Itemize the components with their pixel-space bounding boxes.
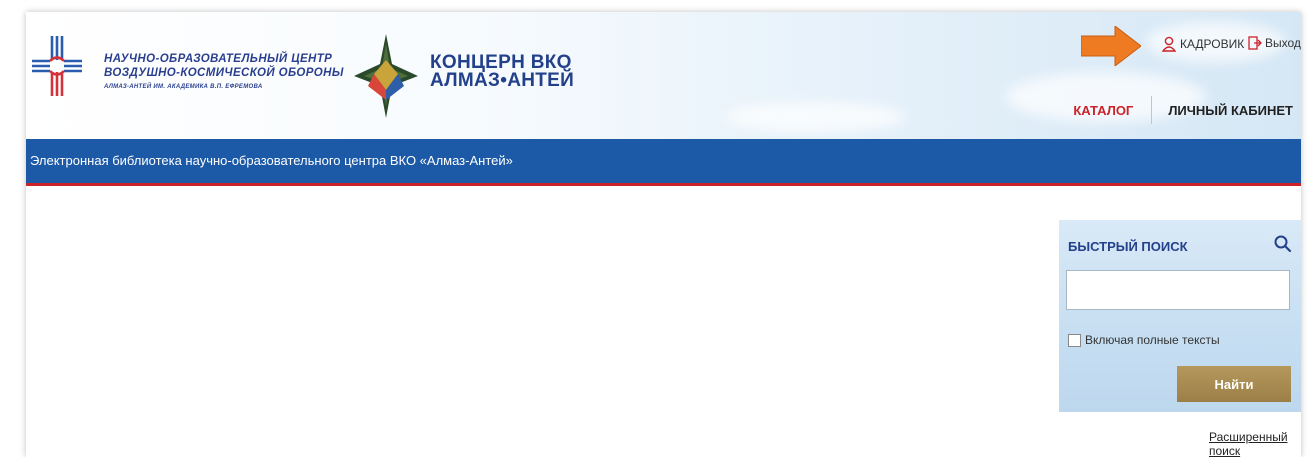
quick-search-label: БЫСТРЫЙ ПОИСК — [1068, 239, 1188, 254]
search-input[interactable] — [1066, 270, 1290, 310]
nav-divider — [1151, 96, 1153, 124]
org-name-line: ВОЗДУШНО-КОСМИЧЕСКОЙ ОБОРОНЫ — [104, 67, 344, 79]
user-link[interactable]: КАДРОВИК — [1162, 36, 1244, 52]
nav-personal-cabinet[interactable]: ЛИЧНЫЙ КАБИНЕТ — [1168, 103, 1293, 118]
user-name-label: КАДРОВИК — [1180, 37, 1245, 51]
main-nav: КАТАЛОГ ЛИЧНЫЙ КАБИНЕТ — [1073, 96, 1293, 124]
nok-org-name: НАУЧНО-ОБРАЗОВАТЕЛЬНЫЙ ЦЕНТР ВОЗДУШНО-КО… — [104, 52, 344, 94]
quick-search-panel: БЫСТРЫЙ ПОИСК Включая полные тексты Найт… — [1059, 220, 1301, 412]
advanced-search-link[interactable]: Расширенный поиск — [1209, 430, 1301, 457]
user-icon — [1162, 36, 1176, 52]
search-icon[interactable] — [1273, 234, 1293, 254]
cloud-decoration — [726, 102, 906, 132]
fulltext-checkbox-label: Включая полные тексты — [1085, 333, 1220, 347]
concern-name-line: АЛМАЗ•АНТЕЙ — [430, 70, 575, 91]
concern-logo-icon[interactable] — [354, 34, 418, 118]
nok-logo-icon[interactable] — [32, 36, 82, 96]
logout-icon — [1248, 36, 1262, 50]
title-banner: Электронная библиотека научно-образовате… — [26, 139, 1301, 186]
page-frame: НАУЧНО-ОБРАЗОВАТЕЛЬНЫЙ ЦЕНТР ВОЗДУШНО-КО… — [26, 12, 1301, 457]
org-name-subline: АЛМАЗ-АНТЕЙ ИМ. АКАДЕМИКА В.П. ЕФРЕМОВА — [104, 84, 263, 90]
org-name-line: НАУЧНО-ОБРАЗОВАТЕЛЬНЫЙ ЦЕНТР — [104, 53, 333, 65]
nav-catalog[interactable]: КАТАЛОГ — [1073, 103, 1151, 118]
arrow-icon — [1081, 26, 1141, 66]
fulltext-checkbox-row[interactable]: Включая полные тексты — [1068, 333, 1220, 347]
logout-label: Выход — [1265, 36, 1301, 50]
find-button[interactable]: Найти — [1177, 366, 1291, 402]
banner-title: Электронная библиотека научно-образовате… — [30, 153, 513, 168]
site-header: НАУЧНО-ОБРАЗОВАТЕЛЬНЫЙ ЦЕНТР ВОЗДУШНО-КО… — [26, 12, 1301, 139]
fulltext-checkbox[interactable] — [1068, 333, 1081, 347]
concern-name: КОНЦЕРН ВКО АЛМАЗ•АНТЕЙ — [430, 53, 575, 91]
logout-link[interactable]: Выход — [1248, 36, 1301, 50]
